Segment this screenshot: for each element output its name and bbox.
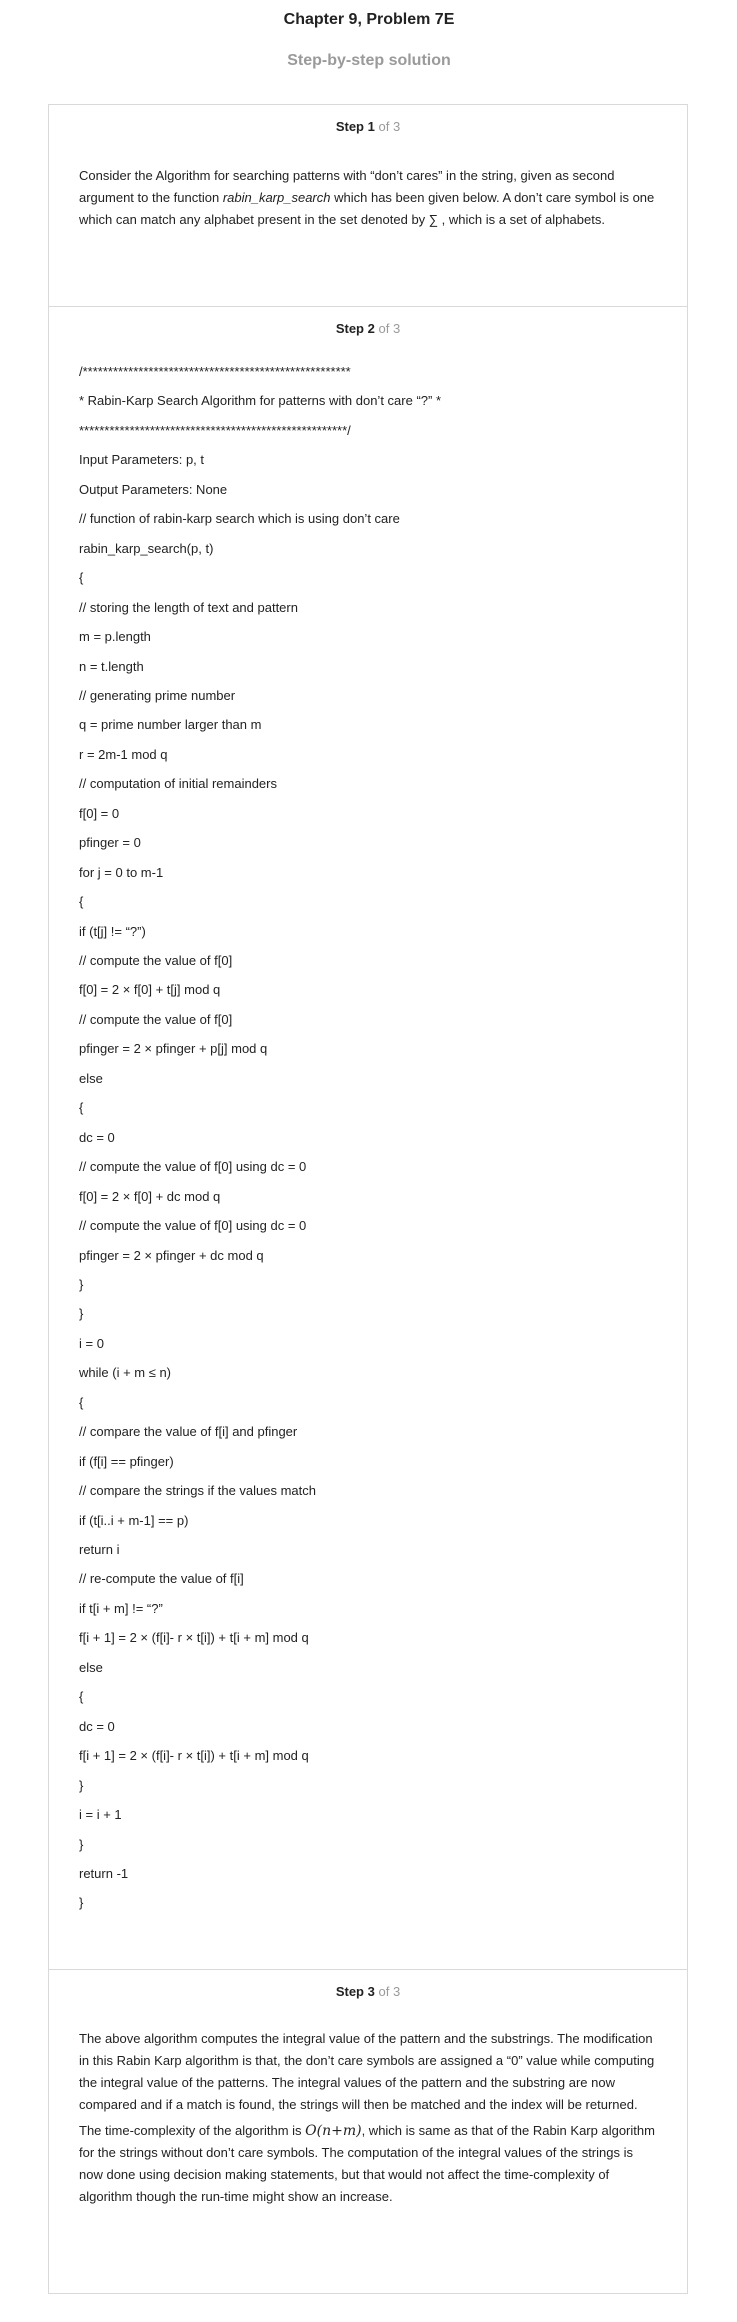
code-line: dc = 0 <box>79 1718 115 1734</box>
step-1-paragraph: Consider the Algorithm for searching pat… <box>79 165 659 231</box>
page-subtitle: Step-by-step solution <box>287 52 451 69</box>
code-line: // function of rabin-karp search which i… <box>79 511 400 527</box>
code-line: Input Parameters: p, t <box>79 452 205 468</box>
code-line: // compare the value of f[i] and pfinger <box>79 1424 298 1440</box>
step-label: Step <box>335 119 364 134</box>
code-line: pfinger = 2 × pfinger + dc mod q <box>79 1247 264 1263</box>
code-line: f[0] = 0 <box>79 805 120 821</box>
code-line: } <box>79 1306 84 1322</box>
paragraph-text: The time-complexity of the algorithm is <box>79 2123 306 2138</box>
code-line: if (t[i..i + m-1] == p) <box>79 1512 189 1528</box>
code-line: f[0] = 2 × f[0] + t[j] mod q <box>79 982 221 998</box>
code-line: for j = 0 to m-1 <box>79 864 164 880</box>
code-line: while (i + m ≤ n) <box>79 1365 172 1381</box>
code-line: if (t[j] != “?”) <box>79 923 146 939</box>
code-line: q = prime number larger than m <box>79 717 262 733</box>
code-line: f[i + 1] = 2 × (f[i]- r × t[i]) + t[i + … <box>79 1748 309 1764</box>
code-line: else <box>79 1070 103 1086</box>
step-2-card: Step 2 of 3 /***************************… <box>48 306 688 1970</box>
code-line: f[0] = 2 × f[0] + dc mod q <box>79 1188 221 1204</box>
step-number: 2 <box>367 321 375 336</box>
code-line: // compute the value of f[0] <box>79 1011 233 1027</box>
step-3-paragraph-1: The above algorithm computes the integra… <box>79 2031 655 2112</box>
code-line: // storing the length of text and patter… <box>79 599 298 615</box>
code-line: // compute the value of f[0] <box>79 953 233 968</box>
step-3-paragraph-2: The time-complexity of the algorithm is … <box>79 2120 659 2208</box>
code-line: Output Parameters: None <box>79 481 228 497</box>
step-3-card: Step 3 of 3 The above algorithm computes… <box>48 1969 688 2294</box>
code-line: { <box>79 570 84 586</box>
step-label: Step <box>335 321 364 336</box>
code-line: dc = 0 <box>79 1129 115 1145</box>
code-line: n = t.length <box>79 658 144 674</box>
code-line: // compute the value of f[0] using dc = … <box>79 1218 307 1234</box>
step-label: Step <box>335 1984 364 1999</box>
step-1-heading: Step 1 of 3 <box>49 119 687 134</box>
page-title: Chapter 9, Problem 7E <box>283 11 455 28</box>
code-line: // computation of initial remainders <box>79 776 277 792</box>
code-line: } <box>79 1895 84 1911</box>
code-line: return -1 <box>79 1865 129 1881</box>
code-line: if (f[i] == pfinger) <box>79 1453 174 1469</box>
code-line: return i <box>79 1542 120 1557</box>
code-line: i = i + 1 <box>79 1807 122 1823</box>
code-line: /***************************************… <box>79 364 351 379</box>
code-line: // compute the value of f[0] using dc = … <box>79 1159 307 1175</box>
code-line: i = 0 <box>79 1335 104 1351</box>
code-line: if t[i + m] != “?” <box>79 1600 163 1616</box>
step-number: 1 <box>367 119 375 134</box>
step-3-heading: Step 3 of 3 <box>49 1984 687 1999</box>
code-line: * Rabin-Karp Search Algorithm for patter… <box>79 393 442 409</box>
code-line: r = 2m-1 mod q <box>79 746 168 762</box>
step-1-card: Step 1 of 3 Consider the Algorithm for s… <box>48 104 688 307</box>
code-line: f[i + 1] = 2 × (f[i]- r × t[i]) + t[i + … <box>79 1630 309 1646</box>
step-number: 3 <box>367 1984 375 1999</box>
step-total: of 3 <box>378 1984 401 1999</box>
code-line: m = p.length <box>79 629 151 645</box>
step-total: of 3 <box>378 321 401 336</box>
code-line: } <box>79 1836 84 1852</box>
code-line: { <box>79 1689 84 1705</box>
code-line: else <box>79 1659 103 1675</box>
code-line: { <box>79 1394 84 1410</box>
complexity-formula: O(n+m) <box>305 2123 362 2139</box>
code-line: ****************************************… <box>79 422 351 438</box>
code-line: } <box>79 1276 84 1292</box>
step-total: of 3 <box>378 119 401 134</box>
code-line: // compare the strings if the values mat… <box>79 1483 316 1499</box>
code-line: { <box>79 1100 84 1116</box>
function-name: rabin_karp_search <box>222 190 331 205</box>
code-line: // generating prime number <box>79 687 236 703</box>
code-line: rabin_karp_search(p, t) <box>79 540 214 556</box>
code-line: } <box>79 1777 84 1793</box>
code-line: // re-compute the value of f[i] <box>79 1571 244 1587</box>
step-2-heading: Step 2 of 3 <box>49 321 687 336</box>
code-line: { <box>79 894 84 910</box>
code-line: pfinger = 2 × pfinger + p[j] mod q <box>79 1041 268 1057</box>
code-line: pfinger = 0 <box>79 835 141 851</box>
